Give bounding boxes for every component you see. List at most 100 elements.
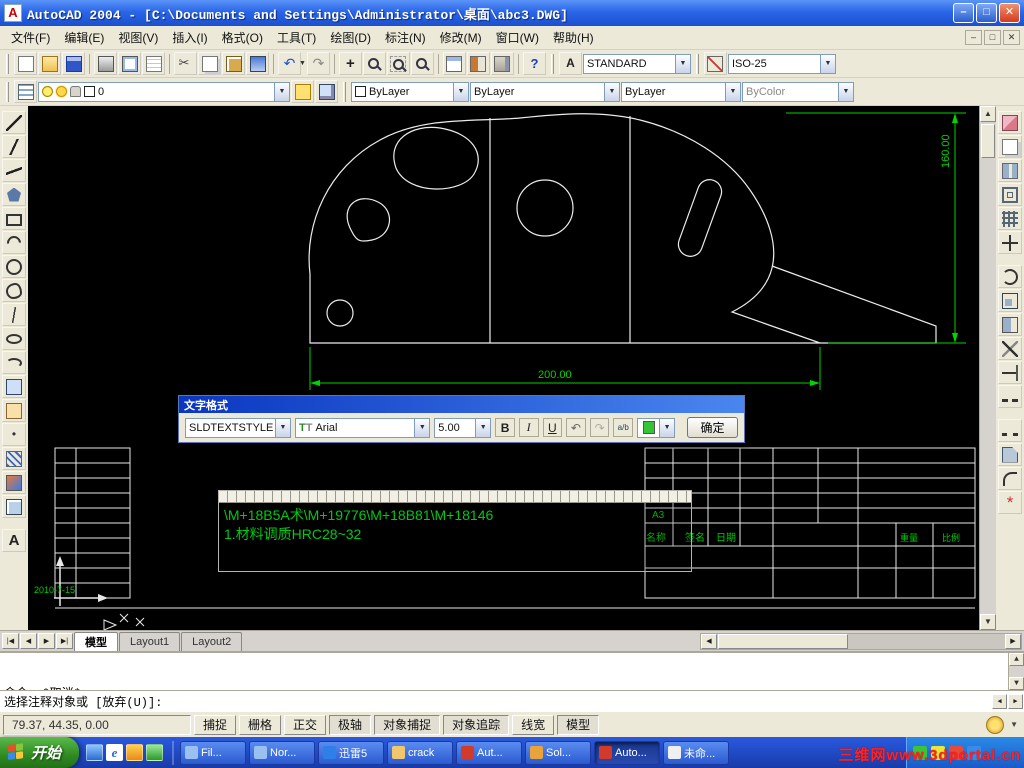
point-button[interactable] <box>2 423 26 446</box>
communication-center-icon[interactable] <box>986 715 1005 734</box>
mtext-line-2[interactable]: 1.材料调质HRC28~32 <box>224 525 686 544</box>
command-prompt-text[interactable]: 选择注释对象或 [放弃(U)]: <box>4 693 992 710</box>
toolbar-grip[interactable] <box>550 53 554 74</box>
properties-button[interactable] <box>442 52 466 75</box>
dialog-undo-button[interactable] <box>566 418 586 437</box>
polygon-button[interactable] <box>2 183 26 206</box>
tab-layout2[interactable]: Layout2 <box>181 631 243 651</box>
menu-draw[interactable]: 绘图(D) <box>323 26 378 49</box>
menu-modify[interactable]: 修改(M) <box>433 26 489 49</box>
layer-freeze-sun-icon[interactable] <box>56 86 67 97</box>
chevron-down-icon[interactable]: ▼ <box>819 54 835 73</box>
zoom-previous-button[interactable] <box>410 52 434 75</box>
undo-button[interactable] <box>278 52 301 75</box>
chevron-down-icon[interactable]: ▼ <box>725 82 740 101</box>
ortho-toggle[interactable]: 正交 <box>284 714 327 735</box>
scrollbar-thumb[interactable] <box>718 633 848 649</box>
ok-button[interactable]: 确定 <box>687 417 739 438</box>
toolbar-grip[interactable] <box>6 53 9 74</box>
tab-layout1[interactable]: Layout1 <box>119 631 181 651</box>
horizontal-scrollbar[interactable] <box>700 632 1022 650</box>
layer-lock-icon[interactable] <box>70 86 81 97</box>
dim-style-manager-button[interactable] <box>703 52 727 75</box>
lineweight-combo[interactable]: ByLayer ▼ <box>621 81 741 102</box>
rotate-button[interactable] <box>998 265 1022 288</box>
zoom-realtime-button[interactable] <box>362 52 386 75</box>
menu-view[interactable]: 视图(V) <box>111 26 165 49</box>
tool-palettes-button[interactable] <box>490 52 514 75</box>
move-button[interactable] <box>998 231 1022 254</box>
chevron-down-icon[interactable]: ▼ <box>414 418 430 437</box>
mtext-line-1[interactable]: \M+18B5A术\M+19776\M+18B81\M+18146 <box>224 506 686 525</box>
designcenter-button[interactable] <box>466 52 490 75</box>
chevron-down-icon[interactable]: ▼ <box>453 82 468 101</box>
internet-explorer-icon[interactable]: e <box>106 744 124 761</box>
offset-button[interactable] <box>998 183 1022 206</box>
break-at-point-button[interactable] <box>998 385 1022 408</box>
task-button-norton[interactable]: Nor... <box>249 740 316 765</box>
start-button[interactable]: 开始 <box>0 737 80 768</box>
revision-cloud-button[interactable] <box>2 279 26 302</box>
chamfer-button[interactable] <box>998 443 1022 466</box>
stack-button[interactable] <box>613 418 634 437</box>
array-button[interactable] <box>998 207 1022 230</box>
mirror-button[interactable] <box>998 159 1022 182</box>
spline-button[interactable] <box>2 303 26 326</box>
scroll-left-button[interactable] <box>992 693 1007 709</box>
bold-button[interactable]: B <box>495 418 515 437</box>
copy-object-button[interactable] <box>998 135 1022 158</box>
gradient-button[interactable] <box>2 471 26 494</box>
italic-button[interactable]: I <box>518 418 539 437</box>
scroll-up-button[interactable] <box>980 106 996 122</box>
task-button-autocad-active[interactable]: Auto... <box>594 740 661 765</box>
layer-properties-button[interactable] <box>14 80 37 103</box>
coordinate-display[interactable]: 79.37, 44.35, 0.00 <box>3 714 191 735</box>
task-button-file[interactable]: Fil... <box>180 740 247 765</box>
style-combo[interactable]: SLDTEXTSTYLE0 ▼ <box>185 417 291 438</box>
chevron-down-icon[interactable]: ▼ <box>274 82 289 101</box>
polar-toggle[interactable]: 极轴 <box>329 714 372 735</box>
chevron-down-icon[interactable]: ▼ <box>674 54 690 73</box>
font-combo[interactable]: TT Arial ▼ <box>295 417 431 438</box>
layer-on-bulb-icon[interactable] <box>42 86 53 97</box>
mtext-ruler[interactable] <box>219 491 691 503</box>
layer-combo[interactable]: 0 ▼ <box>38 81 290 102</box>
scroll-left-button[interactable] <box>701 633 717 649</box>
menu-file[interactable]: 文件(F) <box>4 26 57 49</box>
menu-dimension[interactable]: 标注(N) <box>378 26 433 49</box>
pan-button[interactable] <box>338 52 362 75</box>
task-button-crack[interactable]: crack <box>387 740 454 765</box>
tab-model[interactable]: 模型 <box>74 631 118 651</box>
scroll-down-button[interactable] <box>980 614 996 630</box>
insert-block-button[interactable] <box>2 375 26 398</box>
chevron-down-icon[interactable]: ▼ <box>838 82 853 101</box>
new-button[interactable] <box>14 52 37 75</box>
text-style-combo[interactable]: STANDARD ▼ <box>582 53 691 74</box>
mtext-inplace-editor[interactable]: \M+18B5A术\M+19776\M+18B81\M+18146 1.材料调质… <box>218 490 692 572</box>
show-desktop-icon[interactable] <box>86 744 104 761</box>
scale-button[interactable] <box>998 289 1022 312</box>
toolbar-grip[interactable] <box>343 81 346 102</box>
vertical-scrollbar[interactable] <box>979 106 996 630</box>
mdi-minimize-button[interactable]: – <box>965 30 982 45</box>
cut-button[interactable] <box>174 52 197 75</box>
construction-line-button[interactable] <box>2 135 26 158</box>
menu-format[interactable]: 格式(O) <box>215 26 270 49</box>
mdi-close-button[interactable]: ✕ <box>1003 30 1020 45</box>
extend-button[interactable] <box>998 361 1022 384</box>
messenger-icon[interactable] <box>146 744 164 761</box>
make-block-button[interactable] <box>2 399 26 422</box>
grid-toggle[interactable]: 栅格 <box>239 714 282 735</box>
chevron-down-icon[interactable]: ▼ <box>659 418 675 437</box>
layer-previous-button[interactable] <box>315 80 338 103</box>
multiline-text-button[interactable] <box>2 529 26 552</box>
open-button[interactable] <box>38 52 61 75</box>
underline-button[interactable]: U <box>542 418 563 437</box>
task-button-untitled[interactable]: 未命... <box>663 740 730 765</box>
toolbar-grip[interactable] <box>695 53 699 74</box>
layer-color-swatch[interactable] <box>84 86 95 97</box>
first-tab-button[interactable]: |◀ <box>2 633 19 649</box>
ellipse-button[interactable] <box>2 327 26 350</box>
erase-button[interactable] <box>998 111 1022 134</box>
undo-dropdown-arrow[interactable]: ▼ <box>299 60 306 67</box>
